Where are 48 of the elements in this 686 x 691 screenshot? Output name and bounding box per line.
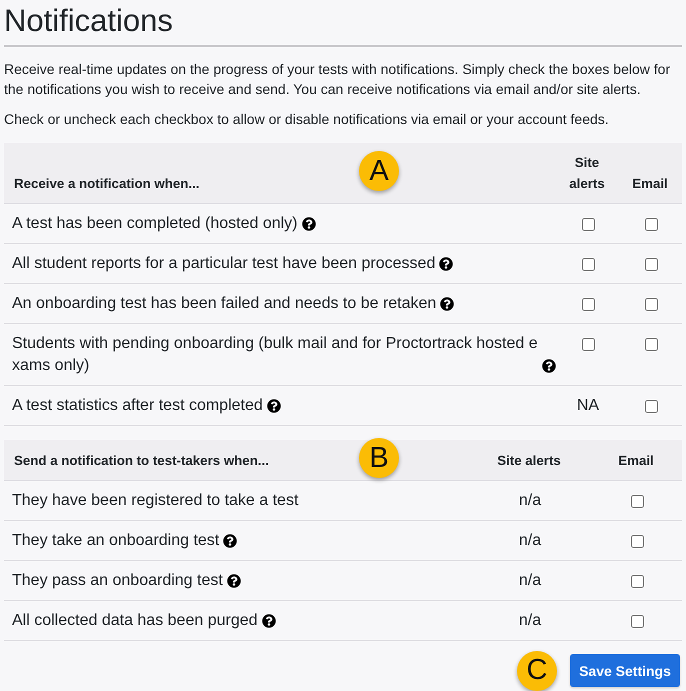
save-settings-button[interactable]: Save Settings <box>570 654 680 687</box>
callout-marker: A <box>359 151 399 191</box>
help-icon[interactable] <box>542 359 556 373</box>
checkbox[interactable] <box>582 298 594 310</box>
not-available-text: NA <box>576 397 600 415</box>
help-icon[interactable] <box>226 574 241 588</box>
intro-paragraph: Check or uncheck each checkbox to allow or disable notifications via email or your account feeds. <box>4 110 610 129</box>
page-title: Notifications <box>4 0 682 47</box>
notification-label: Students with pending onboarding (bulk mail and for Proctortrack hosted exams only) <box>12 334 538 376</box>
checkbox[interactable] <box>582 258 594 270</box>
notification-label: They take an onboarding test <box>12 531 220 551</box>
help-icon[interactable] <box>302 217 316 231</box>
checkbox[interactable] <box>630 534 644 548</box>
help-icon[interactable] <box>266 399 281 413</box>
checkbox[interactable] <box>644 218 658 230</box>
checkbox[interactable] <box>630 494 644 508</box>
column-header: Email <box>618 453 654 468</box>
checkbox[interactable] <box>644 298 658 310</box>
notification-label: A test has been completed (hosted only) <box>12 214 298 234</box>
notification-label: They pass an onboarding test <box>12 571 223 591</box>
intro-paragraph: Receive real-time updates on the progress of your tests with notifications. Simply check the boxes below for the notifications you wish to receive and send. You can receive notifications via email and/or site alerts. <box>4 60 672 99</box>
notification-label: An onboarding test has been failed and needs to be retaken <box>12 294 436 314</box>
help-icon[interactable] <box>262 614 276 628</box>
help-icon[interactable] <box>439 257 454 271</box>
column-header: Site alerts <box>497 453 561 468</box>
checkbox[interactable] <box>630 574 644 588</box>
column-header: Site alerts <box>569 155 605 191</box>
not-available-text: n/a <box>518 492 542 510</box>
not-available-text: n/a <box>518 612 542 630</box>
callout-marker: C <box>517 650 557 690</box>
column-header: Send a notification to test-takers when... <box>14 453 269 468</box>
callout-marker: B <box>359 438 399 478</box>
help-icon[interactable] <box>440 297 454 311</box>
notification-label: All student reports for a particular test have been processed <box>12 254 436 274</box>
checkbox[interactable] <box>644 258 658 270</box>
checkbox[interactable] <box>644 338 658 350</box>
column-header: Email <box>632 176 668 191</box>
not-available-text: n/a <box>518 572 542 590</box>
notification-label: A test statistics after test completed <box>12 396 263 416</box>
checkbox[interactable] <box>582 218 594 230</box>
notification-label: They have been registered to take a test <box>12 491 298 511</box>
help-icon[interactable] <box>223 534 238 548</box>
checkbox[interactable] <box>630 614 644 628</box>
notification-label: All collected data has been purged <box>12 611 258 631</box>
checkbox[interactable] <box>582 338 594 350</box>
not-available-text: n/a <box>518 532 542 550</box>
checkbox[interactable] <box>644 400 658 412</box>
column-header: Receive a notification when... <box>14 176 200 191</box>
